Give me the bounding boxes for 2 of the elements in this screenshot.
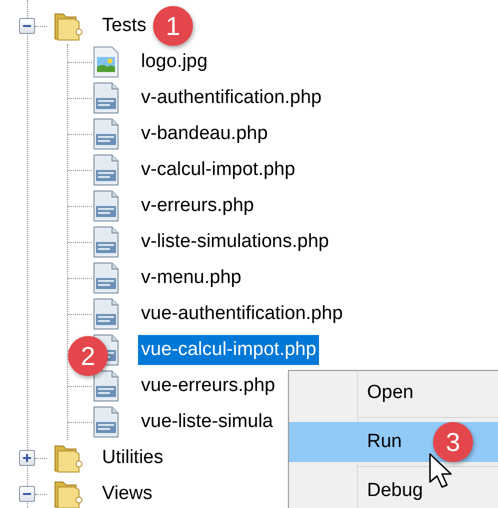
step-badge: 1 [153,6,193,46]
step-badge: 2 [68,336,108,376]
